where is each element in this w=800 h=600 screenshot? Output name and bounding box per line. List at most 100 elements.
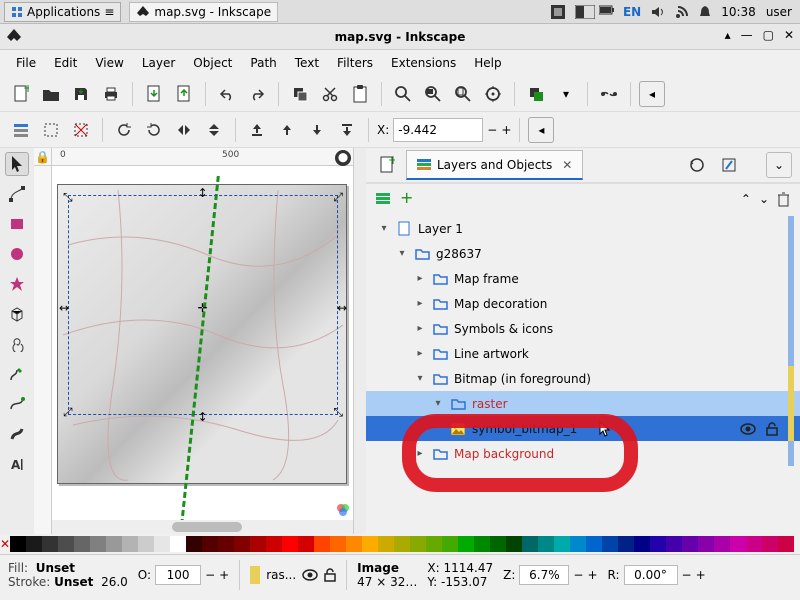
menu-filters[interactable]: Filters — [329, 52, 381, 74]
disclosure-icon[interactable]: ▾ — [396, 248, 408, 259]
flip-v-button[interactable] — [201, 117, 227, 143]
rotate-cw-button[interactable] — [141, 117, 167, 143]
new-layer-icon[interactable]: + — [374, 152, 400, 178]
swatch[interactable] — [426, 536, 442, 552]
swatch[interactable] — [666, 536, 682, 552]
fill-value[interactable]: Unset — [36, 561, 75, 575]
opacity-plus[interactable]: + — [219, 568, 229, 582]
menu-layer[interactable]: Layer — [134, 52, 183, 74]
swatch[interactable] — [618, 536, 634, 552]
applications-menu[interactable]: Applications ≡ — [4, 2, 121, 22]
notifications-icon[interactable] — [699, 5, 711, 19]
close-icon[interactable]: ✕ — [784, 28, 794, 42]
tree-row-mapbg[interactable]: ▸ Map background — [366, 441, 800, 466]
open-button[interactable] — [38, 81, 64, 107]
clock[interactable]: 10:38 — [721, 5, 756, 19]
swatch[interactable] — [394, 536, 410, 552]
swatch[interactable] — [730, 536, 746, 552]
selector-tool[interactable] — [5, 152, 29, 176]
swatch[interactable] — [186, 536, 202, 552]
zoom-center-button[interactable] — [480, 81, 506, 107]
swatch[interactable] — [202, 536, 218, 552]
swatch[interactable] — [378, 536, 394, 552]
swatch[interactable] — [522, 536, 538, 552]
panel-menu-chevron[interactable]: ⌄ — [766, 152, 792, 178]
stepper-minus[interactable]: − — [487, 123, 497, 137]
zoom-minus[interactable]: − — [573, 568, 583, 582]
paste-button[interactable] — [347, 81, 373, 107]
menu-path[interactable]: Path — [242, 52, 284, 74]
swatch[interactable] — [346, 536, 362, 552]
current-layer[interactable]: ras... — [266, 568, 296, 582]
disclosure-icon[interactable]: ▸ — [414, 273, 426, 284]
swatch[interactable] — [266, 536, 282, 552]
battery-icon[interactable] — [599, 5, 613, 19]
swatch[interactable] — [42, 536, 58, 552]
menu-file[interactable]: File — [8, 52, 44, 74]
swatch[interactable] — [474, 536, 490, 552]
keyboard-lang[interactable]: EN — [623, 5, 641, 19]
swatch[interactable] — [330, 536, 346, 552]
add-sublayer-icon[interactable]: + — [400, 188, 413, 207]
menu-edit[interactable]: Edit — [46, 52, 85, 74]
copy-button[interactable] — [287, 81, 313, 107]
menu-extensions[interactable]: Extensions — [383, 52, 464, 74]
user-label[interactable]: user — [766, 5, 792, 19]
swatch[interactable] — [106, 536, 122, 552]
swatch[interactable] — [442, 536, 458, 552]
move-up-icon[interactable]: ⌃ — [741, 192, 751, 206]
tree-row-symbol-bitmap-1[interactable]: symbol_bitmap_1 — [366, 416, 800, 441]
rotate-ccw-button[interactable] — [111, 117, 137, 143]
no-fill-swatch[interactable]: ✕ — [0, 535, 10, 553]
swatch[interactable] — [634, 536, 650, 552]
calligraphy-tool[interactable] — [5, 422, 29, 446]
swatch[interactable] — [298, 536, 314, 552]
visibility-icon[interactable] — [740, 423, 756, 435]
lower-bottom-button[interactable] — [334, 117, 360, 143]
disclosure-icon[interactable]: ▸ — [414, 298, 426, 309]
clone-dropdown[interactable]: ▾ — [553, 81, 579, 107]
tab-layers-objects[interactable]: Layers and Objects ✕ — [406, 150, 583, 180]
ellipse-tool[interactable] — [5, 242, 29, 266]
rot-minus[interactable]: − — [682, 568, 692, 582]
color-manage-icon[interactable] — [335, 502, 351, 518]
save-button[interactable] — [68, 81, 94, 107]
ruler-lock-icon[interactable]: 🔒 — [34, 148, 52, 166]
network-icon[interactable] — [675, 5, 689, 19]
star-tool[interactable] — [5, 272, 29, 296]
ruler-horizontal[interactable]: 0 500 — [52, 148, 353, 166]
swatch[interactable] — [138, 536, 154, 552]
node-tool[interactable] — [5, 182, 29, 206]
text-tool[interactable]: A — [5, 452, 29, 476]
swatch[interactable] — [122, 536, 138, 552]
swatch[interactable] — [778, 536, 794, 552]
undo-history-icon[interactable] — [684, 152, 710, 178]
tree-row-raster[interactable]: ▾ raster — [366, 391, 800, 416]
disclosure-icon[interactable]: ▾ — [378, 223, 390, 234]
palette-scroll-left[interactable]: ◂ — [794, 537, 800, 551]
opacity-minus[interactable]: − — [205, 568, 215, 582]
swatch[interactable] — [602, 536, 618, 552]
move-down-icon[interactable]: ⌄ — [759, 192, 769, 206]
swatch[interactable] — [154, 536, 170, 552]
volume-icon[interactable] — [651, 5, 665, 19]
canvas[interactable]: ⤡ ⤢ ⤢ ⤡ ↕ ↕ ↔ ↔ ✛ — [52, 166, 353, 520]
layer-lock-icon[interactable] — [324, 568, 336, 582]
snap-bar[interactable] — [354, 148, 366, 534]
layer-visibility-icon[interactable] — [302, 569, 318, 581]
print-button[interactable] — [98, 81, 124, 107]
3dbox-tool[interactable] — [5, 302, 29, 326]
stroke-width[interactable]: 26.0 — [101, 575, 128, 589]
swatch[interactable] — [250, 536, 266, 552]
ruler-vertical[interactable] — [34, 166, 52, 534]
stepper-plus[interactable]: + — [501, 123, 511, 137]
disclosure-icon[interactable]: ▾ — [414, 373, 426, 384]
layer-tree[interactable]: ▾ Layer 1 ▾ g28637 ▸ Map frame ▸ Map de — [366, 214, 800, 534]
swatch[interactable] — [586, 536, 602, 552]
canvas-area[interactable]: 🔒 0 500 ⤡ ⤢ ⤢ ⤡ ↕ — [34, 148, 354, 534]
tree-row-lineart[interactable]: ▸ Line artwork — [366, 341, 800, 366]
select-mode-button[interactable] — [38, 117, 64, 143]
minimize-icon[interactable]: — — [741, 28, 753, 42]
swatch[interactable] — [314, 536, 330, 552]
tree-row-decoration[interactable]: ▸ Map decoration — [366, 291, 800, 316]
